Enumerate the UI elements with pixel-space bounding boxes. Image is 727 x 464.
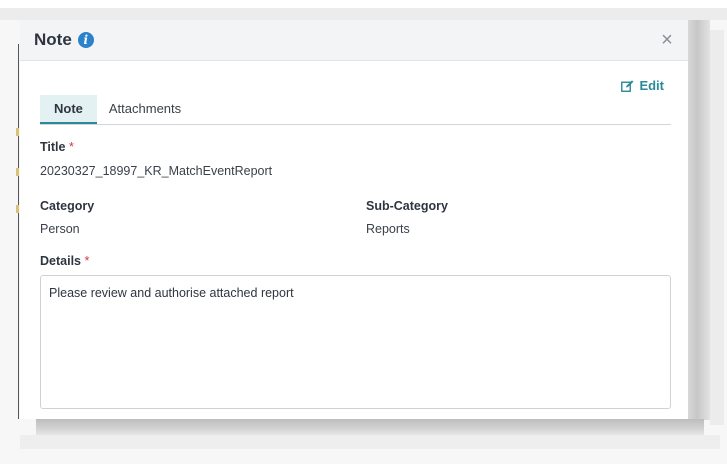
modal-shadow-right-outer: [710, 30, 724, 425]
note-tabs: Note Attachments: [40, 95, 671, 125]
dialog-title: Note: [34, 30, 72, 49]
modal-shadow-bottom-outer: [20, 435, 720, 449]
close-button[interactable]: ×: [656, 29, 678, 51]
dialog-header: Note i ×: [20, 20, 688, 61]
tab-note[interactable]: Note: [40, 95, 97, 124]
required-mark: *: [68, 140, 74, 154]
category-value: Person: [40, 222, 80, 236]
modal-shadow-bottom: [36, 419, 704, 435]
details-label-text: Details: [40, 254, 81, 268]
edit-icon: [621, 79, 634, 92]
modal-shadow-right: [688, 20, 710, 420]
title-value: 20230327_18997_KR_MatchEventReport: [40, 164, 273, 178]
subcategory-value: Reports: [366, 222, 410, 236]
background-panel-edge: [18, 44, 19, 419]
background-marker: [16, 168, 19, 176]
title-label: Title *: [40, 140, 74, 154]
required-mark: *: [84, 254, 90, 268]
subcategory-label: Sub-Category: [366, 199, 448, 213]
title-label-text: Title: [40, 140, 66, 154]
edit-label: Edit: [639, 78, 664, 93]
details-textarea[interactable]: Please review and authorise attached rep…: [40, 275, 671, 409]
note-dialog: Note i × Edit Note Attachments Title * 2…: [20, 20, 688, 419]
edit-button[interactable]: Edit: [621, 78, 664, 93]
info-circle-icon[interactable]: i: [77, 32, 94, 48]
background-marker: [16, 128, 19, 136]
background-marker: [16, 205, 19, 213]
tab-attachments[interactable]: Attachments: [97, 95, 193, 124]
details-label: Details *: [40, 254, 89, 268]
category-label: Category: [40, 199, 95, 213]
